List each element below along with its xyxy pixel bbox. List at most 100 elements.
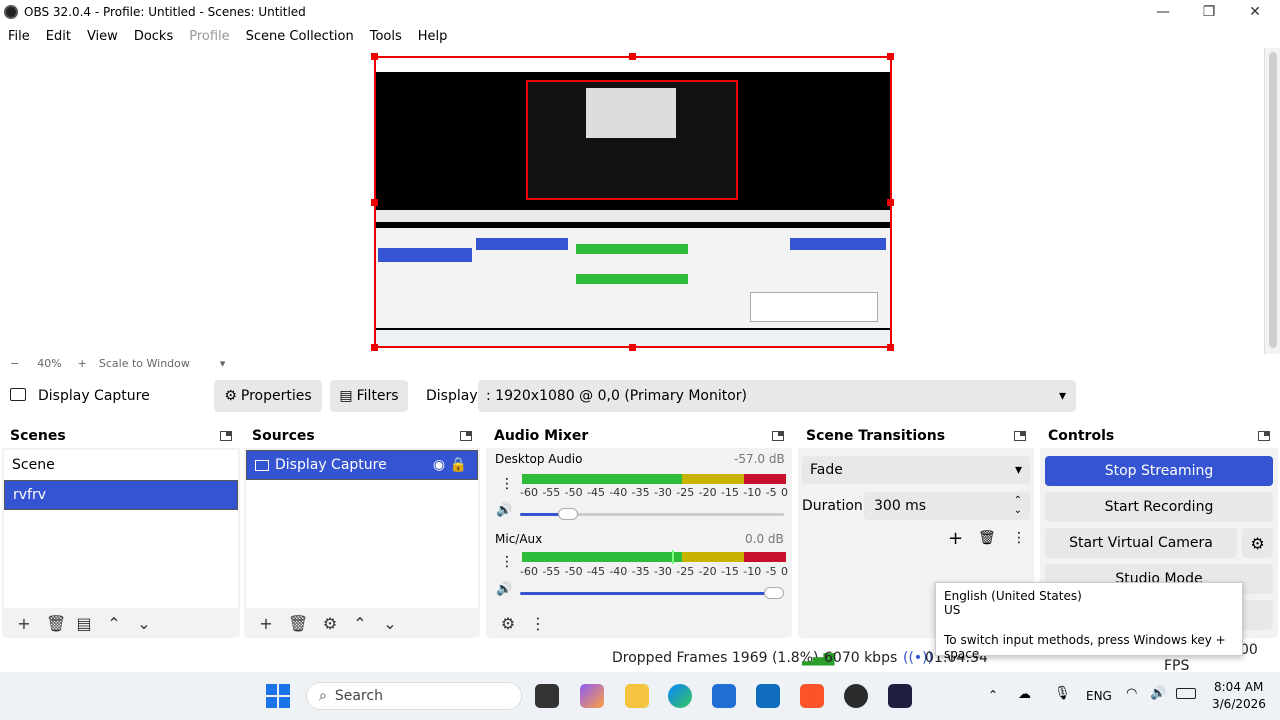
spin-arrows-icon[interactable]: ⌃ ⌄: [1014, 496, 1022, 516]
duration-spinbox[interactable]: 300 ms ⌃ ⌄: [864, 492, 1030, 520]
resize-handle-br[interactable]: [887, 344, 894, 351]
volume-slider-knob[interactable]: [558, 508, 578, 520]
clock-date[interactable]: 3/6/2026: [1212, 697, 1266, 711]
virtual-camera-gear-icon[interactable]: ⚙: [1242, 528, 1273, 558]
meter-red: [744, 552, 786, 562]
gear-icon[interactable]: ⚙: [322, 614, 338, 633]
taskbar-search[interactable]: ⌕ Search: [306, 682, 522, 710]
sources-list: Display Capture ◉ 🔒: [246, 450, 478, 608]
volume-slider-knob[interactable]: [764, 587, 784, 599]
tick-label: -20: [698, 565, 717, 578]
audio-app-icon[interactable]: [888, 684, 912, 708]
chevron-down-icon[interactable]: ▾: [220, 357, 226, 370]
move-up-icon[interactable]: ⌃: [106, 614, 122, 633]
menu-tools[interactable]: Tools: [362, 29, 410, 44]
trash-icon[interactable]: 🗑: [288, 614, 308, 633]
filters-button[interactable]: ▤ Filters: [330, 380, 408, 412]
transition-select[interactable]: Fade ▾: [802, 456, 1030, 484]
brave-icon[interactable]: [800, 684, 824, 708]
menu-edit[interactable]: Edit: [38, 29, 79, 44]
start-recording-button[interactable]: Start Recording: [1045, 492, 1273, 522]
windows-start-icon[interactable]: [266, 684, 290, 708]
resize-handle-r[interactable]: [887, 199, 894, 206]
chevron-up-icon[interactable]: ⌃: [988, 688, 998, 702]
properties-button[interactable]: ⚙ Properties: [214, 380, 322, 412]
maximize-button[interactable]: ❐: [1186, 0, 1232, 24]
scene-item-selected[interactable]: rvfrv: [4, 480, 238, 510]
source-item[interactable]: Display Capture ◉ 🔒: [246, 450, 478, 480]
resize-handle-tr[interactable]: [887, 53, 894, 60]
resize-handle-tl[interactable]: [371, 53, 378, 60]
preview-scrollbar[interactable]: [1264, 48, 1280, 354]
channel-menu-icon[interactable]: ⋮: [500, 554, 514, 570]
resize-handle-l[interactable]: [371, 199, 378, 206]
undock-icon[interactable]: [220, 431, 232, 441]
trash-icon[interactable]: 🗑: [46, 614, 66, 633]
input-method-tooltip: English (United States) US To switch inp…: [935, 582, 1243, 661]
trash-icon[interactable]: 🗑: [978, 530, 996, 546]
undock-icon[interactable]: [460, 431, 472, 441]
resize-handle-bl[interactable]: [371, 344, 378, 351]
scene-filters-icon[interactable]: ▤: [76, 614, 92, 633]
move-down-icon[interactable]: ⌄: [136, 614, 152, 633]
menu-docks[interactable]: Docks: [126, 29, 181, 44]
edge-icon[interactable]: [668, 684, 692, 708]
menu-scene-collection[interactable]: Scene Collection: [238, 29, 362, 44]
channel-menu-icon[interactable]: ⋮: [500, 476, 514, 492]
mixer-dock-title: Audio Mixer: [486, 424, 792, 448]
filter-icon: ▤: [339, 388, 353, 404]
duration-label: Duration: [802, 498, 863, 514]
zoom-in-button[interactable]: +: [78, 357, 87, 370]
menu-file[interactable]: File: [0, 29, 38, 44]
file-explorer-icon[interactable]: [625, 684, 649, 708]
meter-green: [522, 474, 682, 484]
obs-taskbar-icon[interactable]: [844, 684, 868, 708]
start-virtual-camera-button[interactable]: Start Virtual Camera: [1045, 528, 1237, 558]
menu-profile[interactable]: Profile: [181, 29, 237, 44]
undock-icon[interactable]: [1014, 431, 1026, 441]
menu-view[interactable]: View: [79, 29, 126, 44]
scale-mode-select[interactable]: Scale to Window: [99, 357, 190, 370]
cloud-icon[interactable]: ☁: [1018, 687, 1031, 702]
resize-handle-b[interactable]: [629, 344, 636, 351]
program-preview[interactable]: [374, 56, 892, 348]
copilot-icon[interactable]: [580, 684, 604, 708]
add-transition-button[interactable]: +: [948, 528, 963, 549]
visibility-eye-icon[interactable]: ◉ 🔒: [433, 457, 467, 473]
preview-scrollbar-thumb[interactable]: [1269, 52, 1277, 348]
menu-help[interactable]: Help: [410, 29, 456, 44]
scene-item[interactable]: Scene: [4, 450, 238, 480]
resize-handle-t[interactable]: [629, 53, 636, 60]
volume-meter: [522, 550, 786, 564]
move-down-icon[interactable]: ⌄: [382, 614, 398, 633]
mixer-toolbar: ⚙ ⋮: [486, 608, 792, 638]
outlook-icon[interactable]: [756, 684, 780, 708]
duration-value: 300 ms: [874, 498, 927, 514]
volume-icon[interactable]: 🔊: [1150, 686, 1166, 701]
undock-icon[interactable]: [772, 431, 784, 441]
language-indicator[interactable]: ENG: [1086, 689, 1112, 703]
stop-streaming-button[interactable]: Stop Streaming: [1045, 456, 1273, 486]
add-scene-button[interactable]: +: [16, 614, 32, 633]
transition-menu-icon[interactable]: ⋮: [1012, 530, 1026, 546]
advanced-audio-gear-icon[interactable]: ⚙: [500, 614, 516, 633]
monitor-icon: [255, 459, 269, 471]
wifi-icon[interactable]: ◠: [1126, 686, 1137, 701]
close-button[interactable]: ✕: [1232, 0, 1278, 24]
clock-time[interactable]: 8:04 AM: [1214, 680, 1263, 694]
add-source-button[interactable]: +: [258, 614, 274, 633]
move-up-icon[interactable]: ⌃: [352, 614, 368, 633]
speaker-icon[interactable]: 🔊: [496, 503, 512, 518]
channel-name: Mic/Aux: [495, 532, 543, 546]
display-select[interactable]: : 1920x1080 @ 0,0 (Primary Monitor) ▾: [478, 380, 1076, 412]
task-view-icon[interactable]: [535, 684, 559, 708]
tick-label: -50: [564, 486, 583, 499]
undock-icon[interactable]: [1258, 431, 1270, 441]
minimize-button[interactable]: —: [1140, 0, 1186, 24]
speaker-icon[interactable]: 🔊: [496, 582, 512, 597]
microphone-icon[interactable]: 🎙: [1054, 686, 1071, 701]
zoom-out-button[interactable]: −: [10, 357, 19, 370]
battery-icon[interactable]: [1176, 688, 1196, 699]
mixer-menu-icon[interactable]: ⋮: [530, 614, 546, 633]
microsoft-store-icon[interactable]: [712, 684, 736, 708]
